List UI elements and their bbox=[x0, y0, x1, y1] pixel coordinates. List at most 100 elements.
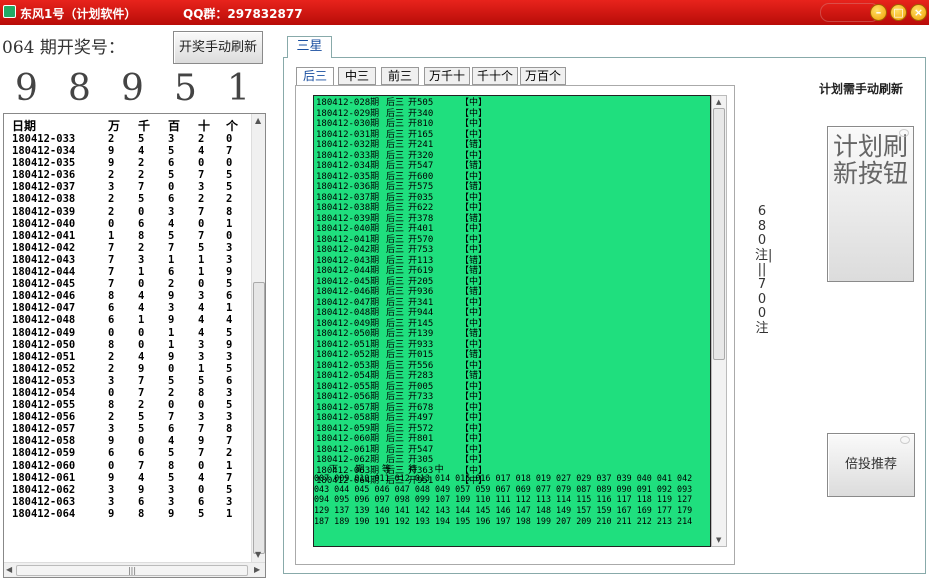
record-field: 180412-040期 bbox=[316, 224, 380, 234]
table-row[interactable]: 180412-050 8 0 1 3 9 bbox=[4, 339, 251, 351]
multiple-bet-button[interactable]: 倍投推荐 bbox=[827, 433, 915, 497]
table-row[interactable]: 180412-041 1 8 5 7 0 bbox=[4, 230, 251, 242]
table-row[interactable]: 180412-055 8 2 0 0 5 bbox=[4, 399, 251, 411]
table-row[interactable]: 180412-057 3 5 6 7 8 bbox=[4, 423, 251, 435]
table-row[interactable]: 180412-052 2 9 0 1 5 bbox=[4, 363, 251, 375]
table-cell: 180412-057 bbox=[12, 423, 76, 436]
scroll-left-icon[interactable]: ◀ bbox=[6, 565, 12, 574]
scroll-thumb[interactable] bbox=[713, 108, 725, 360]
table-cell: 4 bbox=[168, 217, 175, 230]
table-row[interactable]: 180412-040 0 6 4 0 1 bbox=[4, 218, 251, 230]
plan-record-area[interactable]: 180412-028期 后三 开505 【中】 180412-029期 后三 开340 【中】… bbox=[313, 95, 711, 547]
table-row[interactable]: 180412-033 2 5 3 2 0 bbox=[4, 133, 251, 145]
table-cell: 7 bbox=[138, 459, 145, 472]
record-field: 后三 bbox=[386, 161, 405, 171]
list-item: 180412-039期 后三 开378 【错】 bbox=[316, 214, 710, 225]
table-cell: 7 bbox=[226, 435, 233, 448]
record-field: 后三 bbox=[386, 297, 405, 308]
table-cell: 6 bbox=[226, 374, 233, 387]
table-cell: 0 bbox=[108, 326, 115, 339]
inner-tab-qiansan[interactable]: 前三 bbox=[381, 67, 419, 85]
scroll-thumb[interactable] bbox=[253, 282, 265, 554]
list-item: 180412-040期 后三 开401 【中】 bbox=[316, 224, 710, 235]
scroll-up-icon[interactable]: ▲ bbox=[255, 116, 261, 125]
table-cell: 0 bbox=[226, 133, 233, 145]
table-cell: 9 bbox=[168, 290, 175, 303]
table-cell: 0 bbox=[198, 459, 205, 472]
table-row[interactable]: 180412-059 6 6 5 7 2 bbox=[4, 447, 251, 459]
table-row[interactable]: 180412-039 2 0 3 7 8 bbox=[4, 206, 251, 218]
table-row[interactable]: 180412-047 6 4 3 4 1 bbox=[4, 302, 251, 314]
inner-tab-wanbaige[interactable]: 万百个 bbox=[520, 67, 566, 85]
table-row[interactable]: 180412-043 7 3 1 1 3 bbox=[4, 254, 251, 266]
record-field: 180412-041期 bbox=[316, 234, 380, 245]
tab-sanxing[interactable]: 三星 bbox=[287, 36, 332, 58]
table-row[interactable]: 180412-063 3 6 3 6 3 bbox=[4, 496, 251, 508]
table-cell: 0 bbox=[108, 217, 115, 230]
table-row[interactable]: 180412-062 3 9 3 0 5 bbox=[4, 484, 251, 496]
scroll-up-icon[interactable]: ▲ bbox=[716, 98, 721, 106]
record-field: 开933 bbox=[408, 339, 434, 350]
list-item: 180412-051期 后三 开933 【中】 bbox=[316, 340, 710, 351]
scroll-down-icon[interactable]: ▼ bbox=[255, 550, 261, 559]
table-row[interactable]: 180412-060 0 7 8 0 1 bbox=[4, 460, 251, 472]
scroll-down-icon[interactable]: ▼ bbox=[716, 536, 721, 544]
table-row[interactable]: 180412-038 2 5 6 2 2 bbox=[4, 193, 251, 205]
plan-refresh-button[interactable]: 计划刷新按钮 bbox=[827, 126, 914, 282]
table-row[interactable]: 180412-056 2 5 7 3 3 bbox=[4, 411, 251, 423]
scroll-right-icon[interactable]: ▶ bbox=[254, 565, 260, 574]
inner-tab-wanqianshi[interactable]: 万千十 bbox=[424, 67, 470, 85]
table-row[interactable]: 180412-044 7 1 6 1 9 bbox=[4, 266, 251, 278]
record-field: 【中】 bbox=[460, 192, 488, 203]
table-row[interactable]: 180412-064 9 8 9 5 1 bbox=[4, 508, 251, 520]
manual-refresh-button[interactable]: 开奖手动刷新 bbox=[173, 31, 263, 64]
inner-tab-zhongsan[interactable]: 中三 bbox=[338, 67, 376, 85]
history-horizontal-scrollbar[interactable]: ◀ ||| ▶ bbox=[4, 562, 265, 577]
table-cell: 5 bbox=[226, 483, 233, 496]
table-row[interactable]: 180412-061 9 4 5 4 7 bbox=[4, 472, 251, 484]
record-field: 180412-028期 bbox=[316, 98, 380, 108]
table-row[interactable]: 180412-054 0 7 2 8 3 bbox=[4, 387, 251, 399]
table-row[interactable]: 180412-036 2 2 5 7 5 bbox=[4, 169, 251, 181]
close-icon[interactable]: × bbox=[910, 4, 927, 21]
table-cell: 6 bbox=[138, 495, 145, 508]
record-field: 开801 bbox=[408, 434, 434, 444]
record-scrollbar[interactable]: ▲ ▼ bbox=[711, 95, 727, 547]
record-field: 180412-045期 bbox=[316, 276, 380, 287]
record-field: 【错】 bbox=[460, 161, 488, 171]
table-row[interactable]: 180412-034 9 4 5 4 7 bbox=[4, 145, 251, 157]
table-row[interactable]: 180412-053 3 7 5 5 6 bbox=[4, 375, 251, 387]
record-field: 开340 bbox=[408, 108, 434, 119]
table-cell: 5 bbox=[226, 326, 233, 339]
record-field: 后三 bbox=[386, 392, 405, 402]
record-field: 180412-046期 bbox=[316, 287, 380, 297]
history-table[interactable]: 日期 万 千 百 十 个 180412-033 2 5 3 2 0 180412-034 9 4… bbox=[3, 113, 266, 578]
table-row[interactable]: 180412-051 2 4 9 3 3 bbox=[4, 351, 251, 363]
record-field: 【中】 bbox=[460, 413, 488, 423]
table-cell: 3 bbox=[108, 495, 115, 508]
table-row[interactable]: 180412-035 9 2 6 0 0 bbox=[4, 157, 251, 169]
table-cell: 180412-061 bbox=[12, 471, 76, 484]
table-cell: 4 bbox=[198, 302, 205, 315]
table-row[interactable]: 180412-058 9 0 4 9 7 bbox=[4, 435, 251, 447]
table-row[interactable]: 180412-046 8 4 9 3 6 bbox=[4, 290, 251, 302]
hscroll-thumb[interactable]: ||| bbox=[16, 565, 248, 576]
table-row[interactable]: 180412-045 7 0 2 0 5 bbox=[4, 278, 251, 290]
record-field: 开378 bbox=[408, 213, 434, 224]
record-field: 【错】 bbox=[460, 266, 488, 276]
table-row[interactable]: 180412-048 6 1 9 4 4 bbox=[4, 314, 251, 326]
inner-tab-housan[interactable]: 后三 bbox=[296, 67, 334, 86]
table-row[interactable]: 180412-049 0 0 1 4 5 bbox=[4, 327, 251, 339]
history-vertical-scrollbar[interactable]: ▲ ▼ bbox=[251, 114, 265, 562]
qq-group-label: QQ群：297832877 bbox=[183, 7, 303, 21]
maximize-icon[interactable]: □ bbox=[890, 4, 907, 21]
table-cell: 2 bbox=[138, 399, 145, 412]
table-cell: 5 bbox=[198, 507, 205, 520]
table-cell: 3 bbox=[198, 338, 205, 351]
inner-tab-qianshige[interactable]: 千十个 bbox=[472, 67, 518, 85]
minimize-icon[interactable]: – bbox=[870, 4, 887, 21]
table-row[interactable]: 180412-037 3 7 0 3 5 bbox=[4, 181, 251, 193]
header-bai: 百 bbox=[168, 119, 181, 133]
table-cell: 180412-039 bbox=[12, 205, 76, 218]
table-row[interactable]: 180412-042 7 2 7 5 3 bbox=[4, 242, 251, 254]
